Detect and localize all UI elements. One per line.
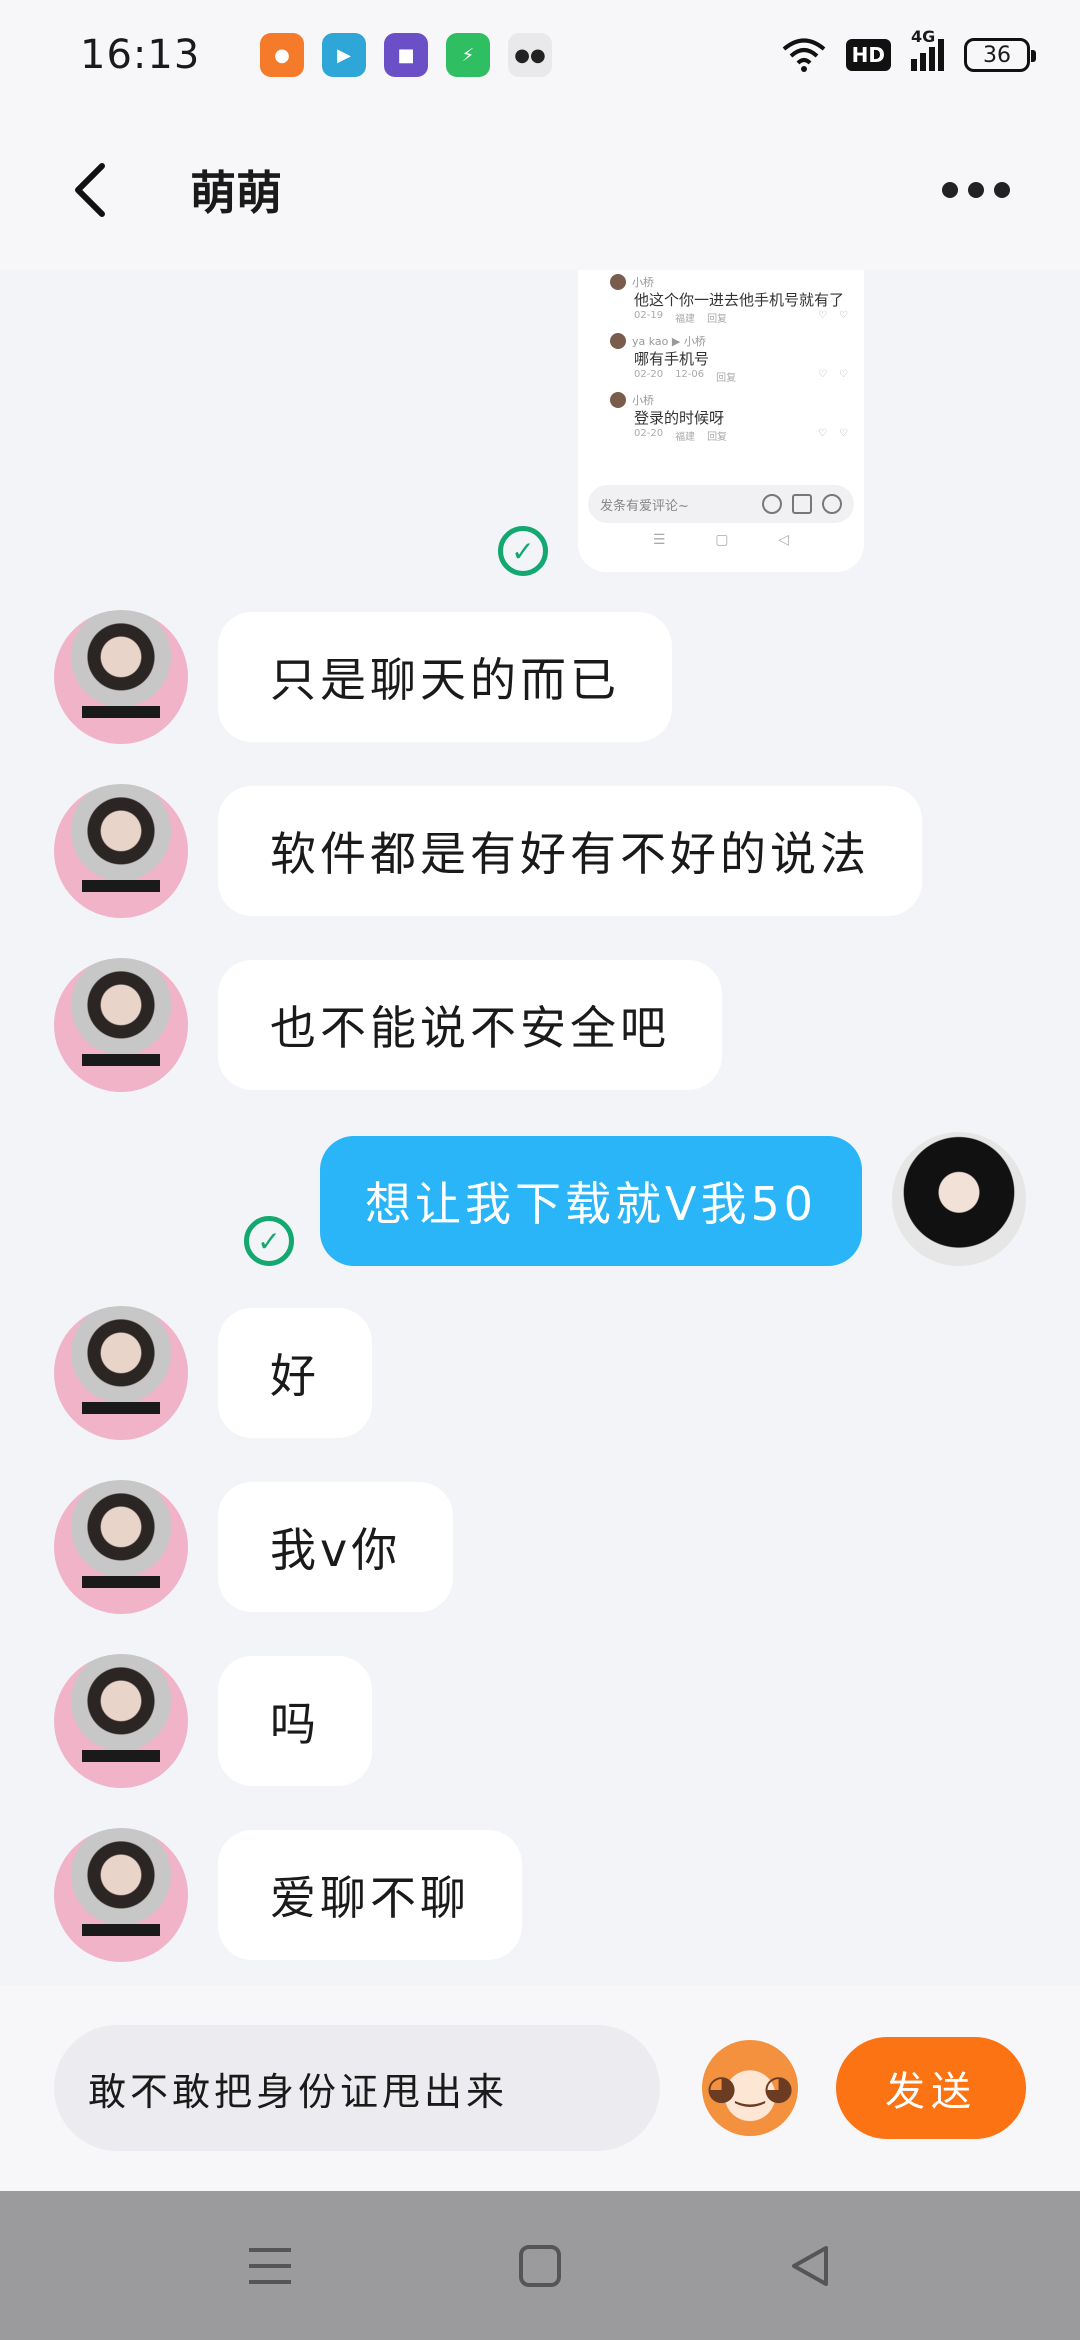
chat-title: 萌萌: [190, 166, 282, 220]
home-square-icon: [519, 2244, 561, 2287]
home-button[interactable]: [505, 2231, 575, 2301]
dislike-icon: ♡: [839, 310, 848, 321]
dislike-icon: ♡: [839, 428, 848, 439]
send-button[interactable]: 发送: [836, 2037, 1026, 2139]
incoming-message[interactable]: 软件都是有好有不好的说法: [218, 786, 922, 916]
incoming-message[interactable]: 只是聊天的而已: [218, 612, 672, 742]
shared-screenshot-image[interactable]: 小桥 他这个你一进去他手机号就有了 02-19 福建 回复 ♡ ♡ ya kao ▶ 小…: [578, 270, 864, 572]
back-button[interactable]: [60, 160, 120, 220]
contact-avatar[interactable]: [54, 784, 188, 918]
cellular-signal-icon: 4G: [911, 27, 944, 71]
sticker-button[interactable]: ◕‿◕: [702, 2040, 798, 2136]
message-composer: ◕‿◕ 发送: [0, 1985, 1080, 2191]
heart-icon: ♡: [818, 310, 828, 321]
purple-app-icon: ■: [384, 33, 428, 77]
network-type: 4G: [911, 27, 936, 46]
contact-avatar[interactable]: [54, 1828, 188, 1962]
status-time: 16:13: [80, 32, 201, 78]
emoji-icon: [822, 494, 842, 514]
avatar: [610, 392, 626, 408]
message-list[interactable]: 小桥 他这个你一进去他手机号就有了 02-19 福建 回复 ♡ ♡ ya kao ▶ 小…: [0, 270, 1080, 1985]
user-avatar[interactable]: [892, 1132, 1026, 1266]
hd-badge: HD: [845, 39, 891, 71]
avatar: [610, 274, 626, 290]
back-triangle-icon: [792, 2245, 828, 2286]
contact-avatar[interactable]: [54, 1654, 188, 1788]
outgoing-message[interactable]: 想让我下载就V我50: [320, 1136, 862, 1266]
read-check-icon: ✓: [498, 526, 548, 576]
incoming-message[interactable]: 也不能说不安全吧: [218, 960, 722, 1090]
taobao-icon: ●: [260, 33, 304, 77]
status-app-icons: ● ▶ ■ ⚡ ●●: [260, 33, 552, 77]
contact-avatar[interactable]: [54, 1480, 188, 1614]
battery-icon: 36: [964, 38, 1036, 72]
video-icon: ▶: [322, 33, 366, 77]
message-input[interactable]: [54, 2025, 660, 2151]
screenshot-comment: ya kao ▶ 小桥 哪有手机号 02-20 12-06 回复 ♡ ♡: [610, 333, 848, 384]
read-check-icon: ✓: [244, 1216, 294, 1266]
screenshot-comment-input: 发条有爱评论~: [588, 485, 854, 523]
chat-header: 萌萌: [0, 110, 1080, 270]
more-dots-icon: [942, 182, 958, 198]
green-app-icon: ⚡: [446, 33, 490, 77]
contact-avatar[interactable]: [54, 1306, 188, 1440]
recent-apps-button[interactable]: [235, 2231, 305, 2301]
avatar: [610, 333, 626, 349]
more-options-button[interactable]: [932, 172, 1020, 208]
image-icon: [792, 494, 812, 514]
incoming-message[interactable]: 好: [218, 1308, 372, 1438]
heart-icon: ♡: [818, 428, 828, 439]
chevron-left-icon: [75, 163, 105, 217]
system-nav-bar: [0, 2191, 1080, 2340]
menu-icon: ☰: [652, 532, 666, 548]
back-icon: ◁: [778, 532, 790, 548]
screenshot-comment: 小桥 登录的时候呀 02-20 福建 回复 ♡ ♡: [610, 392, 848, 443]
wifi-icon: [782, 38, 825, 72]
heart-icon: ♡: [818, 369, 828, 380]
incoming-message[interactable]: 我v你: [218, 1482, 454, 1612]
screenshot-comment: 小桥 他这个你一进去他手机号就有了 02-19 福建 回复 ♡ ♡: [610, 274, 848, 325]
back-nav-button[interactable]: [775, 2231, 845, 2301]
incoming-message[interactable]: 爱聊不聊: [218, 1830, 522, 1960]
at-icon: [762, 494, 782, 514]
contact-avatar[interactable]: [54, 958, 188, 1092]
screenshot-nav-bar: ☰ ▢ ◁: [578, 532, 864, 548]
wechat-icon: ●●: [508, 33, 552, 77]
monkey-sticker-icon: ◕‿◕: [706, 2068, 794, 2108]
status-bar: 16:13 ● ▶ ■ ⚡ ●● HD 4G 36: [0, 0, 1080, 110]
contact-avatar[interactable]: [54, 610, 188, 744]
menu-icon: [249, 2247, 291, 2284]
home-icon: ▢: [715, 532, 729, 548]
incoming-message[interactable]: 吗: [218, 1656, 372, 1786]
dislike-icon: ♡: [839, 369, 848, 380]
battery-level: 36: [983, 42, 1011, 68]
